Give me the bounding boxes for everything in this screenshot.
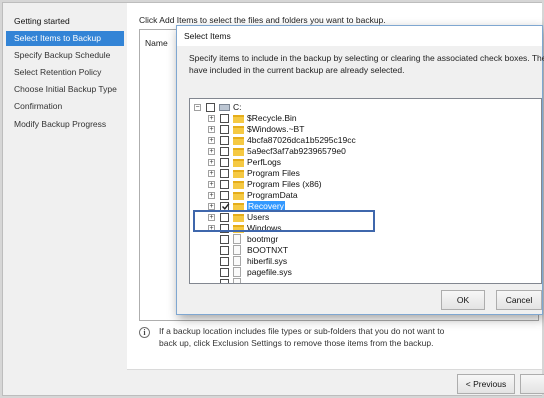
item-checkbox[interactable]	[206, 103, 215, 112]
item-checkbox[interactable]	[220, 246, 229, 255]
name-column-header[interactable]: Name	[145, 38, 168, 48]
expand-icon[interactable]: +	[208, 159, 215, 166]
dialog-description: Specify items to include in the backup b…	[189, 52, 544, 76]
drive-icon	[219, 104, 230, 111]
tree-node-label[interactable]: Program Files (x86)	[247, 179, 322, 190]
tree-node[interactable]: + Program Files (x86)	[190, 179, 540, 190]
nav-item-5[interactable]: Confirmation	[6, 99, 124, 114]
item-checkbox[interactable]	[220, 235, 229, 244]
tree-node[interactable]: +4bcfa87026dca1b5295c19cc	[190, 135, 540, 146]
select-items-dialog: Select Items Specify items to include in…	[176, 25, 544, 315]
file-tree[interactable]: − C: + $Recycle.Bin + $Windows.~BT +4bcfa87026…	[189, 98, 542, 284]
item-checkbox[interactable]	[220, 257, 229, 266]
previous-button[interactable]: < Previous	[457, 374, 515, 394]
nav-item-2[interactable]: Specify Backup Schedule	[6, 48, 124, 63]
tree-node[interactable]: + Program Files	[190, 168, 540, 179]
file-icon	[233, 267, 241, 277]
tree-node[interactable]: +5a9ecf3af7ab92396579e0	[190, 146, 540, 157]
item-checkbox[interactable]	[220, 268, 229, 277]
nav-item-0[interactable]: Getting started	[6, 14, 124, 29]
folder-icon	[233, 170, 244, 178]
file-icon	[233, 234, 241, 244]
tree-node-label[interactable]: ProgramData	[247, 190, 298, 201]
expand-icon[interactable]: +	[208, 203, 215, 210]
item-checkbox[interactable]	[220, 279, 229, 283]
tree-node[interactable]: pagefile.sys	[190, 267, 540, 278]
folder-icon	[233, 159, 244, 167]
nav-item-3[interactable]: Select Retention Policy	[6, 65, 124, 80]
tree-node-label[interactable]: 5a9ecf3af7ab92396579e0	[247, 146, 346, 157]
folder-icon	[233, 148, 244, 156]
expand-icon[interactable]: +	[208, 192, 215, 199]
tree-node[interactable]: + ProgramData	[190, 190, 540, 201]
item-checkbox[interactable]	[220, 114, 229, 123]
tree-node-label[interactable]: 4bcfa87026dca1b5295c19cc	[247, 135, 356, 146]
expand-icon[interactable]: +	[208, 170, 215, 177]
tree-node-label[interactable]: $Recycle.Bin	[247, 113, 297, 124]
folder-icon	[233, 192, 244, 200]
tree-node-label[interactable]: BOOTNXT	[247, 245, 288, 256]
tree-node[interactable]: hiberfil.sys	[190, 256, 540, 267]
tree-node[interactable]: BOOTNXT	[190, 245, 540, 256]
expand-icon[interactable]: +	[208, 137, 215, 144]
tree-node[interactable]	[190, 278, 540, 283]
tree-node-label[interactable]: Program Files	[247, 168, 300, 179]
file-icon	[233, 278, 241, 283]
tree-node[interactable]: + $Recycle.Bin	[190, 113, 540, 124]
tree-node-drive[interactable]: − C:	[190, 102, 540, 113]
dialog-body: Specify items to include in the backup b…	[177, 46, 544, 314]
info-icon: i	[139, 327, 150, 338]
dialog-title: Select Items	[177, 26, 542, 46]
wizard-nav: Getting started Select Items to Backup Spe…	[3, 3, 127, 395]
nav-item-1[interactable]: Select Items to Backup	[6, 31, 124, 46]
expand-icon[interactable]: +	[208, 115, 215, 122]
expand-icon[interactable]: +	[208, 126, 215, 133]
wizard-footer: < Previous	[127, 369, 544, 395]
tree-node-label[interactable]: PerfLogs	[247, 157, 281, 168]
item-checkbox[interactable]	[220, 180, 229, 189]
item-checkbox[interactable]	[220, 191, 229, 200]
item-checkbox[interactable]	[220, 136, 229, 145]
cancel-button[interactable]: Cancel	[496, 290, 542, 310]
item-checkbox[interactable]	[220, 169, 229, 178]
ok-button[interactable]: OK	[441, 290, 485, 310]
item-checkbox[interactable]	[220, 125, 229, 134]
tree-node[interactable]: + $Windows.~BT	[190, 124, 540, 135]
collapse-icon[interactable]: −	[194, 104, 201, 111]
tree-node[interactable]: + PerfLogs	[190, 157, 540, 168]
item-checkbox[interactable]	[220, 147, 229, 156]
folder-icon	[233, 115, 244, 123]
expand-icon[interactable]: +	[208, 148, 215, 155]
file-icon	[233, 256, 241, 266]
dialog-description-line2: have included in the current backup are …	[189, 65, 405, 75]
dialog-description-line1: Specify items to include in the backup b…	[189, 53, 544, 63]
tree-node-label[interactable]: C:	[233, 102, 242, 113]
nav-item-4[interactable]: Choose Initial Backup Type	[6, 82, 124, 97]
tree-node-label[interactable]: pagefile.sys	[247, 267, 292, 278]
recovery-callout-box	[193, 210, 375, 232]
tree-node[interactable]: bootmgr	[190, 234, 540, 245]
tree-node-label[interactable]: $Windows.~BT	[247, 124, 304, 135]
tree-node-label[interactable]: hiberfil.sys	[247, 256, 287, 267]
instruction-text: Click Add Items to select the files and …	[139, 15, 386, 25]
expand-icon[interactable]: +	[208, 181, 215, 188]
folder-icon	[233, 181, 244, 189]
nav-item-6[interactable]: Modify Backup Progress	[6, 117, 124, 132]
folder-icon	[233, 126, 244, 134]
tree-node-label[interactable]: bootmgr	[247, 234, 278, 245]
exclusion-info-text: If a backup location includes file types…	[159, 326, 445, 348]
file-icon	[233, 245, 241, 255]
folder-icon	[233, 137, 244, 145]
item-checkbox[interactable]	[220, 158, 229, 167]
next-button[interactable]	[520, 374, 544, 394]
